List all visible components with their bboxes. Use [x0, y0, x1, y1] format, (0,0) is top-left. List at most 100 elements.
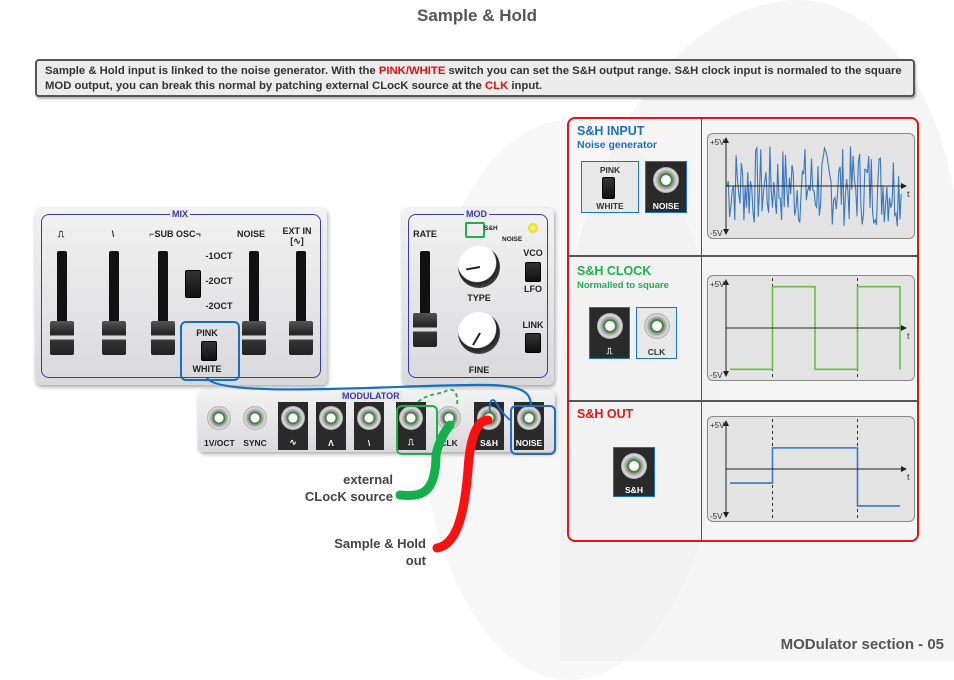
mini-square-jack: ⎍ [589, 307, 630, 359]
callout-line: out [405, 553, 426, 568]
square-highlight [465, 222, 485, 238]
sh-clock-title: S&H CLOCK [577, 264, 652, 278]
mix-col-label: NOISE [236, 229, 265, 239]
mini-square-label: ⎍ [606, 346, 613, 356]
jack-[interactable]: ∿ [278, 402, 308, 450]
type-knob[interactable] [458, 246, 500, 288]
mini-pink-label: PINK [599, 165, 621, 175]
mini-sh-label: S&H [625, 485, 643, 495]
clock-scope: +5V -5V t [707, 275, 915, 381]
mini-sh-jack: S&H [613, 447, 655, 497]
fader-ext-in[interactable] [289, 321, 313, 355]
jack-label: 1V/OCT [204, 438, 235, 448]
y-min-label: -5V [710, 229, 723, 238]
jack-socket-icon [437, 406, 461, 430]
link-switch[interactable] [525, 333, 541, 353]
mini-noise-label: NOISE [652, 201, 680, 211]
description-highlight: CLK [485, 80, 509, 92]
fader-noise[interactable] [242, 321, 266, 355]
noise-jack-highlight [510, 405, 556, 455]
y-min-label: -5V [710, 371, 723, 380]
pink-label: PINK [196, 328, 218, 338]
jack-label: \ [367, 438, 371, 448]
external-clock-callout: external CLocK source [280, 472, 393, 504]
mini-clk-label: CLK [647, 347, 666, 357]
table-divider [569, 255, 917, 257]
jack-sync[interactable]: SYNC [240, 402, 270, 450]
noise-label: NOISE [502, 236, 523, 243]
jack-label: CLK [440, 438, 458, 448]
mix-section-label: MIX [170, 209, 191, 219]
mini-switch-icon [602, 177, 615, 199]
fader-saw[interactable] [102, 321, 126, 355]
y-axis-arrow-down [723, 512, 729, 518]
callout-line: Sample & Hold [334, 536, 426, 551]
mini-pink-white-switch: PINK WHITE [581, 161, 639, 213]
jack-socket-icon [243, 406, 267, 430]
y-axis-arrow-down [723, 371, 729, 377]
jack-label: Λ [328, 438, 334, 448]
sub-osc-option: -2OCT [205, 276, 233, 286]
mod-led [528, 223, 538, 233]
jack-label: SYNC [243, 438, 267, 448]
jack-[interactable]: Λ [316, 402, 346, 450]
jack-label: ∿ [289, 437, 297, 447]
fader-sub-osc[interactable] [151, 321, 175, 355]
jack-[interactable]: \ [354, 402, 384, 450]
callout-line: external [343, 472, 393, 487]
sub-osc-switch[interactable] [185, 270, 201, 298]
signal-line [730, 447, 900, 507]
sub-osc-option: -2OCT [205, 301, 233, 311]
description-text: Sample & Hold input is linked to the noi… [45, 65, 379, 77]
x-axis-label: t [907, 472, 910, 482]
y-max-label: +5V [710, 421, 725, 430]
sh-clock-subtitle: Normalled to square [577, 280, 669, 291]
jack-sh[interactable]: S&H [474, 402, 504, 450]
page-title: Sample & Hold [417, 6, 537, 25]
mod-panel: MOD RATE S&H NOISE TYPE FINE VCO LFO LIN… [402, 208, 554, 385]
mini-noise-jack: NOISE [645, 161, 687, 213]
fine-knob[interactable] [458, 312, 500, 354]
x-axis-label: t [907, 189, 910, 199]
sh-out-title: S&H OUT [577, 407, 634, 421]
vco-label: VCO [523, 248, 543, 258]
jack-socket-icon [357, 406, 381, 430]
noise-scope: +5V -5V t [707, 133, 915, 239]
sh-info-table: S&H INPUT Noise generator PINK WHITE NOI… [567, 117, 919, 542]
fader-pulse[interactable] [50, 321, 74, 355]
modulator-panel: MODULATOR 1V/OCT SYNC ∿ Λ \ ⎍ CLK S&H NOISE [198, 390, 555, 452]
jack-socket-icon [281, 406, 305, 430]
sh-input-title: S&H INPUT [577, 124, 645, 138]
type-label: TYPE [467, 293, 491, 303]
sh-out-callout: Sample & Hold out [280, 536, 426, 568]
pink-white-switch[interactable] [201, 341, 217, 361]
mini-clk-jack: CLK [636, 307, 677, 359]
jack-icon [597, 313, 623, 339]
jack-label: S&H [480, 438, 498, 448]
lfo-label: LFO [524, 284, 542, 294]
mod-section-label: MOD [464, 209, 489, 219]
page-footer: MODulator section - 05 [780, 636, 944, 653]
fine-label: FINE [468, 365, 490, 375]
jack-1voct[interactable]: 1V/OCT [204, 402, 235, 450]
jack-icon [621, 453, 647, 479]
table-divider [701, 119, 702, 540]
jack-clk[interactable]: CLK [434, 402, 464, 450]
jack-icon [644, 313, 670, 339]
mix-panel: MIX ⎍ \ ⌐SUB OSC¬ NOISE EXT IN [∿] -1OCT… [35, 208, 327, 385]
jack-socket-icon [477, 406, 501, 430]
square-jack-highlight [396, 405, 438, 455]
mix-col-label: ⌐SUB OSC¬ [149, 229, 201, 239]
callout-line: CLocK source [304, 489, 393, 504]
mix-col-label: EXT IN [282, 226, 312, 236]
rate-fader[interactable] [413, 313, 437, 347]
y-axis-arrow-down [723, 229, 729, 235]
vco-lfo-switch[interactable] [525, 262, 541, 282]
modulator-section-label: MODULATOR [340, 391, 402, 401]
description-box: Sample & Hold input is linked to the noi… [35, 59, 915, 97]
description-text: input. [508, 80, 543, 92]
y-max-label: +5V [710, 138, 725, 147]
x-axis-label: t [907, 331, 910, 341]
jack-socket-icon [319, 406, 343, 430]
link-label: LINK [522, 320, 544, 330]
